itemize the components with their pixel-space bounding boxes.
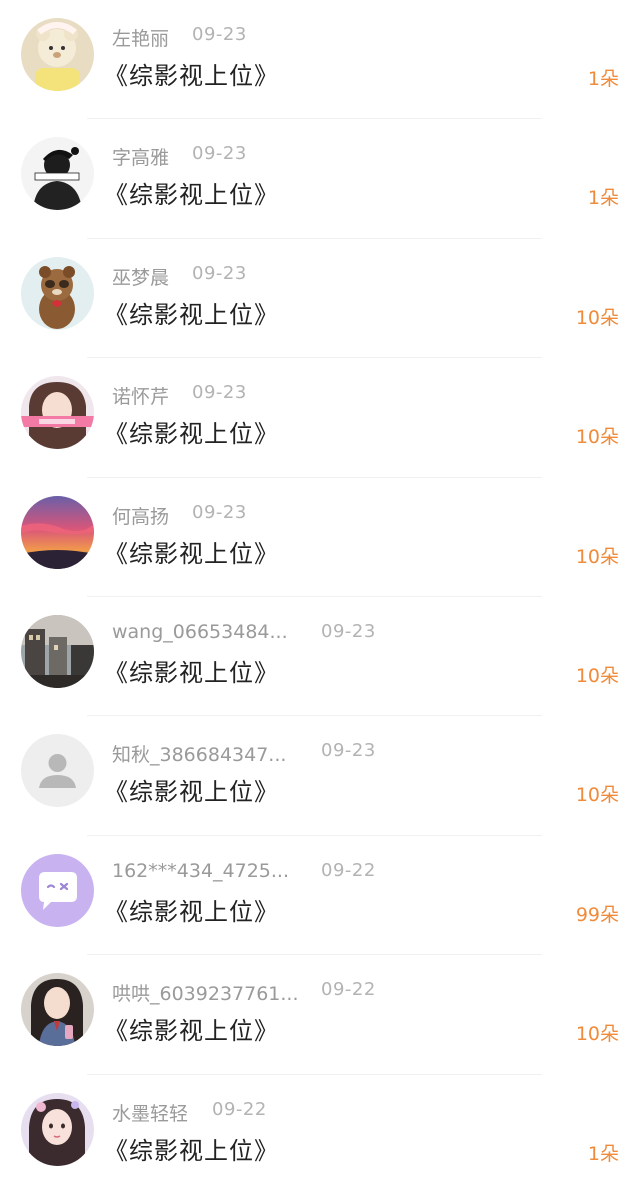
- flower-count: 99朵: [575, 903, 619, 926]
- gift-date: 09-23: [192, 24, 247, 45]
- book-title: 《综影视上位》: [104, 659, 279, 687]
- flower-count: 10朵: [575, 1023, 619, 1046]
- raccoon-avatar-icon[interactable]: [21, 256, 94, 330]
- gift-date: 09-22: [212, 1098, 267, 1120]
- list-item[interactable]: 水墨轻轻 09-22 《综影视上位》 1朵: [0, 1075, 640, 1194]
- default-person-avatar-icon[interactable]: [21, 734, 94, 808]
- book-title: 《综影视上位》: [104, 62, 279, 90]
- book-title: 《综影视上位》: [104, 539, 279, 568]
- flower-count: 10朵: [575, 426, 619, 449]
- gift-date: 09-22: [321, 859, 376, 881]
- user-name: 知秋_386684347...: [112, 744, 287, 767]
- gift-date: 09-23: [192, 501, 247, 523]
- book-title: 《综影视上位》: [104, 778, 279, 807]
- flower-count: 10朵: [575, 306, 619, 329]
- user-name: 诺怀芹: [112, 386, 170, 409]
- book-title: 《综影视上位》: [104, 300, 279, 329]
- user-name: 左艳丽: [112, 28, 170, 50]
- user-name: 水墨轻轻: [112, 1102, 189, 1125]
- flower-count: 10朵: [575, 545, 619, 568]
- list-item[interactable]: 诺怀芹 09-23 《综影视上位》 10朵: [0, 358, 640, 478]
- flower-count: 10朵: [575, 665, 619, 687]
- gift-date: 09-22: [321, 979, 376, 1001]
- book-title: 《综影视上位》: [104, 897, 279, 926]
- student-girl-avatar-icon[interactable]: [21, 973, 94, 1047]
- book-title: 《综影视上位》: [104, 1136, 279, 1165]
- gift-date: 09-23: [321, 740, 376, 762]
- gift-date: 09-23: [321, 621, 376, 642]
- user-name: 字高雅: [112, 147, 170, 170]
- sunset-avatar-icon[interactable]: [21, 495, 94, 569]
- flower-count: 1朵: [587, 187, 619, 210]
- book-title: 《综影视上位》: [104, 181, 279, 210]
- chat-bubble-avatar-icon[interactable]: [21, 853, 94, 927]
- gift-date: 09-23: [192, 143, 247, 165]
- gift-date: 09-23: [192, 382, 247, 404]
- list-item[interactable]: 162***434_4725... 09-22 《综影视上位》 99朵: [0, 836, 640, 956]
- list-item[interactable]: 知秋_386684347... 09-23 《综影视上位》 10朵: [0, 716, 640, 836]
- flower-count: 1朵: [587, 1142, 619, 1165]
- user-name: 巫梦晨: [112, 266, 170, 289]
- city-photo-avatar-icon[interactable]: [21, 615, 94, 688]
- list-item[interactable]: wang_06653484... 09-23 《综影视上位》 10朵: [0, 597, 640, 717]
- bear-avatar-icon[interactable]: [21, 18, 94, 91]
- portrait-girl-avatar-icon[interactable]: [21, 1092, 94, 1166]
- masked-figure-avatar-icon[interactable]: [21, 137, 94, 211]
- user-name: 哄哄_6039237761...: [112, 983, 299, 1006]
- list-item[interactable]: 巫梦晨 09-23 《综影视上位》 10朵: [0, 239, 640, 359]
- user-name: 何高扬: [112, 505, 170, 528]
- book-title: 《综影视上位》: [104, 1017, 279, 1046]
- flower-count: 1朵: [587, 68, 619, 90]
- gift-date: 09-23: [192, 262, 247, 284]
- list-item[interactable]: 何高扬 09-23 《综影视上位》 10朵: [0, 478, 640, 597]
- flower-count: 10朵: [575, 784, 619, 807]
- list-item[interactable]: 字高雅 09-23 《综影视上位》 1朵: [0, 119, 640, 239]
- user-name: 162***434_4725...: [112, 859, 290, 882]
- list-item[interactable]: 左艳丽 09-23 《综影视上位》 1朵: [0, 0, 640, 120]
- girl-photo-avatar-icon[interactable]: [21, 376, 94, 450]
- list-item[interactable]: 哄哄_6039237761... 09-22 《综影视上位》 10朵: [0, 955, 640, 1075]
- user-name: wang_06653484...: [112, 621, 288, 643]
- book-title: 《综影视上位》: [104, 420, 279, 449]
- gift-record-list: 左艳丽 09-23 《综影视上位》 1朵 字高雅 09-23 《综影视上位》 1…: [0, 0, 640, 1194]
